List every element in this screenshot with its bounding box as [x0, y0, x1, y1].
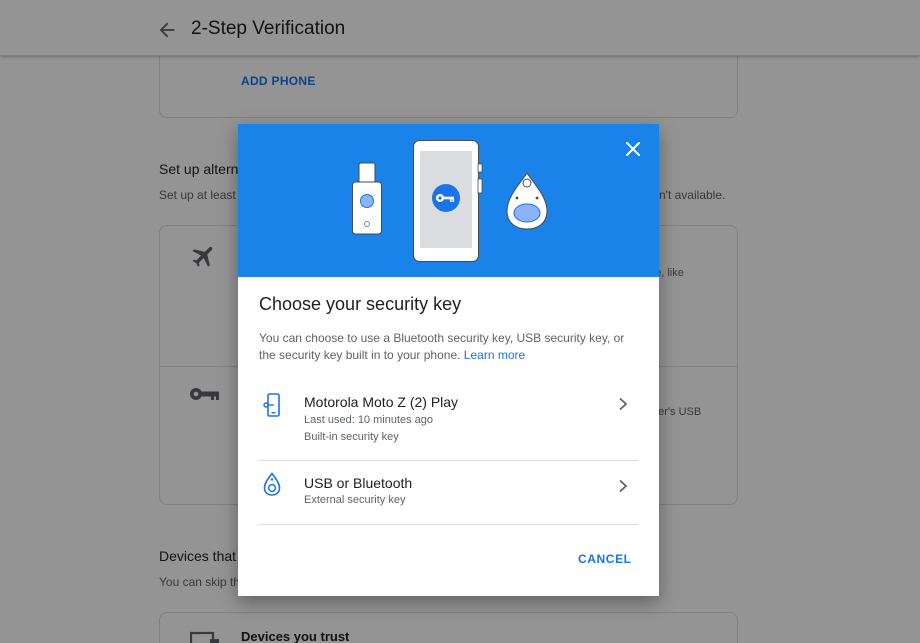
bluetooth-key-icon: [263, 472, 281, 496]
option-name: Motorola Moto Z (2) Play: [304, 394, 459, 410]
dialog-title: Choose your security key: [259, 294, 462, 314]
security-key-dialog: Choose your security key You can choose …: [238, 124, 659, 596]
dialog-hero-banner: [238, 124, 659, 277]
option-key-type: Built-in security key: [304, 431, 399, 443]
chevron-right-icon: [619, 397, 628, 411]
option-name: USB or Bluetooth: [304, 475, 413, 491]
security-key-option-usb-bluetooth[interactable]: USB or Bluetooth External security key: [259, 461, 638, 525]
security-key-option-phone[interactable]: Motorola Moto Z (2) Play Last used: 10 m…: [259, 382, 638, 461]
phone-key-icon: [263, 393, 280, 417]
learn-more-link[interactable]: Learn more: [464, 348, 525, 362]
dialog-description: You can choose to use a Bluetooth securi…: [259, 330, 639, 364]
phone-security-key-illustration: [413, 140, 483, 262]
cancel-button[interactable]: CANCEL: [578, 552, 632, 566]
usb-security-key-illustration: [352, 162, 382, 235]
chevron-right-icon: [619, 479, 628, 493]
option-key-type: External security key: [304, 494, 406, 506]
close-icon[interactable]: [623, 139, 643, 159]
dialog-description-text: You can choose to use a Bluetooth securi…: [259, 331, 625, 362]
bluetooth-fob-illustration: [506, 172, 548, 230]
option-last-used: Last used: 10 minutes ago: [304, 414, 434, 426]
